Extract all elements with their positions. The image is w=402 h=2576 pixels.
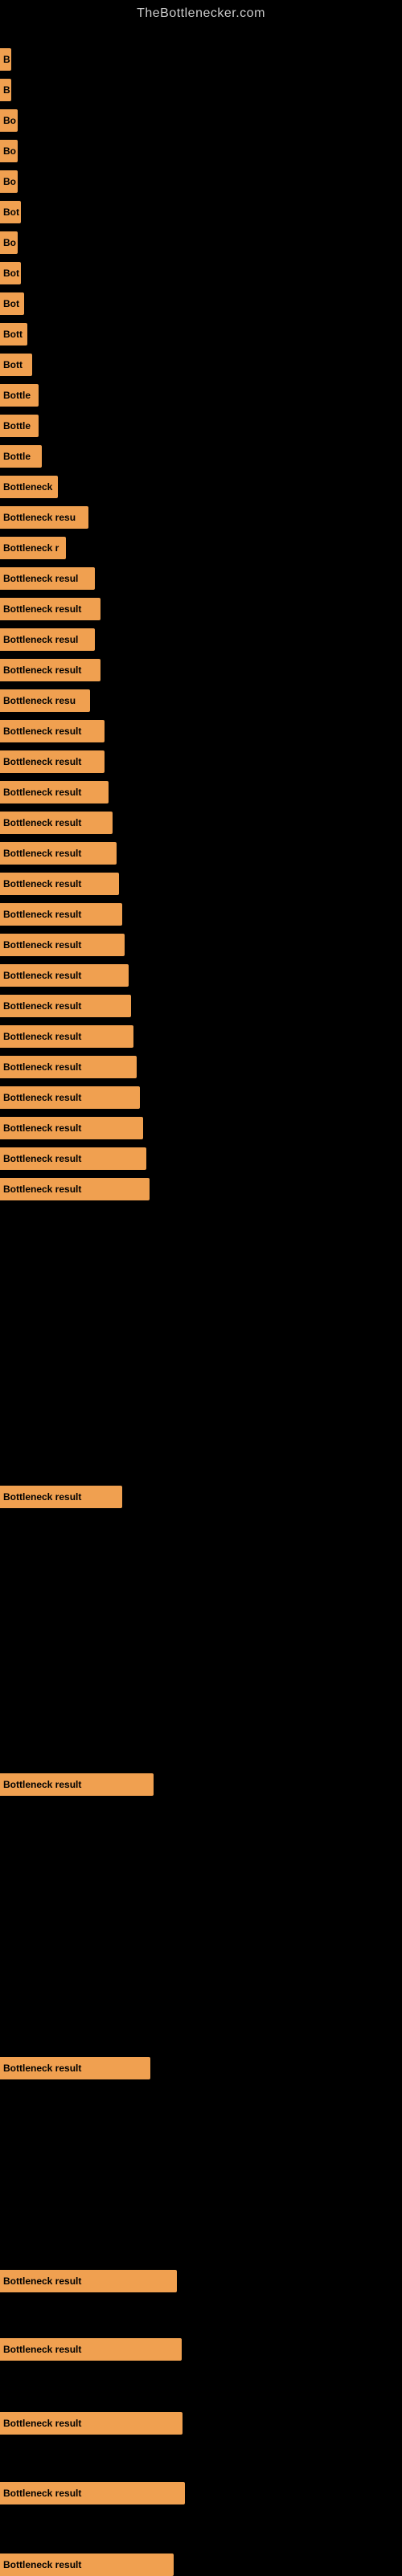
- bar-label-7: Bot: [0, 262, 21, 284]
- bar-label-45: Bottleneck result: [0, 2554, 174, 2576]
- bar-label-19: Bottleneck resul: [0, 628, 95, 651]
- bar-row-15: Bottleneck resu: [0, 506, 88, 529]
- bar-row-19: Bottleneck resul: [0, 628, 95, 651]
- bar-row-30: Bottleneck result: [0, 964, 129, 987]
- bar-label-14: Bottleneck: [0, 476, 58, 498]
- bar-label-31: Bottleneck result: [0, 995, 131, 1017]
- bar-row-40: Bottleneck result: [0, 2057, 150, 2079]
- bar-label-25: Bottleneck result: [0, 812, 113, 834]
- bar-label-27: Bottleneck result: [0, 873, 119, 895]
- bar-row-25: Bottleneck result: [0, 812, 113, 834]
- bar-label-2: Bo: [0, 109, 18, 132]
- bar-row-7: Bot: [0, 262, 21, 284]
- bar-label-3: Bo: [0, 140, 18, 162]
- bar-label-21: Bottleneck resu: [0, 689, 90, 712]
- bar-row-5: Bot: [0, 201, 21, 223]
- bar-row-43: Bottleneck result: [0, 2412, 183, 2435]
- bar-row-3: Bo: [0, 140, 18, 162]
- bar-row-33: Bottleneck result: [0, 1056, 137, 1078]
- bar-row-29: Bottleneck result: [0, 934, 125, 956]
- bar-label-8: Bot: [0, 292, 24, 315]
- bar-label-44: Bottleneck result: [0, 2482, 185, 2504]
- bar-label-34: Bottleneck result: [0, 1086, 140, 1109]
- bar-row-9: Bott: [0, 323, 27, 346]
- bar-row-23: Bottleneck result: [0, 750, 105, 773]
- bar-row-21: Bottleneck resu: [0, 689, 90, 712]
- bar-label-30: Bottleneck result: [0, 964, 129, 987]
- bar-row-34: Bottleneck result: [0, 1086, 140, 1109]
- bar-label-29: Bottleneck result: [0, 934, 125, 956]
- bar-label-0: B: [0, 48, 11, 71]
- bar-row-8: Bot: [0, 292, 24, 315]
- bar-label-36: Bottleneck result: [0, 1147, 146, 1170]
- bar-row-32: Bottleneck result: [0, 1025, 133, 1048]
- site-title: TheBottlenecker.com: [0, 0, 402, 24]
- bar-label-9: Bott: [0, 323, 27, 346]
- bar-row-22: Bottleneck result: [0, 720, 105, 742]
- bar-label-10: Bott: [0, 354, 32, 376]
- bar-label-43: Bottleneck result: [0, 2412, 183, 2435]
- bar-row-12: Bottle: [0, 415, 39, 437]
- bar-row-16: Bottleneck r: [0, 537, 66, 559]
- bar-row-36: Bottleneck result: [0, 1147, 146, 1170]
- bar-label-35: Bottleneck result: [0, 1117, 143, 1139]
- bar-row-28: Bottleneck result: [0, 903, 122, 926]
- bar-row-11: Bottle: [0, 384, 39, 407]
- bar-row-0: B: [0, 48, 11, 71]
- bar-label-12: Bottle: [0, 415, 39, 437]
- bar-row-18: Bottleneck result: [0, 598, 100, 620]
- bar-label-13: Bottle: [0, 445, 42, 468]
- bar-label-17: Bottleneck resul: [0, 567, 95, 590]
- bar-row-45: Bottleneck result: [0, 2554, 174, 2576]
- bar-row-26: Bottleneck result: [0, 842, 117, 865]
- bar-label-26: Bottleneck result: [0, 842, 117, 865]
- bar-label-41: Bottleneck result: [0, 2270, 177, 2292]
- bar-row-44: Bottleneck result: [0, 2482, 185, 2504]
- bar-label-4: Bo: [0, 170, 18, 193]
- bar-row-2: Bo: [0, 109, 18, 132]
- bar-label-18: Bottleneck result: [0, 598, 100, 620]
- bar-label-6: Bo: [0, 231, 18, 254]
- bar-label-33: Bottleneck result: [0, 1056, 137, 1078]
- bar-row-6: Bo: [0, 231, 18, 254]
- bar-label-1: B: [0, 79, 11, 101]
- bar-row-10: Bott: [0, 354, 32, 376]
- bar-label-40: Bottleneck result: [0, 2057, 150, 2079]
- bar-label-28: Bottleneck result: [0, 903, 122, 926]
- bar-label-5: Bot: [0, 201, 21, 223]
- bar-row-39: Bottleneck result: [0, 1773, 154, 1796]
- bar-label-20: Bottleneck result: [0, 659, 100, 681]
- bar-row-41: Bottleneck result: [0, 2270, 177, 2292]
- bar-row-13: Bottle: [0, 445, 42, 468]
- bar-label-32: Bottleneck result: [0, 1025, 133, 1048]
- bar-label-11: Bottle: [0, 384, 39, 407]
- bar-label-22: Bottleneck result: [0, 720, 105, 742]
- bar-label-39: Bottleneck result: [0, 1773, 154, 1796]
- bar-label-23: Bottleneck result: [0, 750, 105, 773]
- bar-label-38: Bottleneck result: [0, 1486, 122, 1508]
- bar-row-38: Bottleneck result: [0, 1486, 122, 1508]
- bar-row-35: Bottleneck result: [0, 1117, 143, 1139]
- bar-label-16: Bottleneck r: [0, 537, 66, 559]
- bar-row-4: Bo: [0, 170, 18, 193]
- bar-row-27: Bottleneck result: [0, 873, 119, 895]
- bar-row-17: Bottleneck resul: [0, 567, 95, 590]
- bar-row-1: B: [0, 79, 11, 101]
- bar-label-24: Bottleneck result: [0, 781, 109, 803]
- bar-row-14: Bottleneck: [0, 476, 58, 498]
- bar-row-31: Bottleneck result: [0, 995, 131, 1017]
- bar-row-37: Bottleneck result: [0, 1178, 150, 1200]
- bar-row-42: Bottleneck result: [0, 2338, 182, 2361]
- bar-label-42: Bottleneck result: [0, 2338, 182, 2361]
- bar-row-20: Bottleneck result: [0, 659, 100, 681]
- bar-label-15: Bottleneck resu: [0, 506, 88, 529]
- bar-row-24: Bottleneck result: [0, 781, 109, 803]
- bar-label-37: Bottleneck result: [0, 1178, 150, 1200]
